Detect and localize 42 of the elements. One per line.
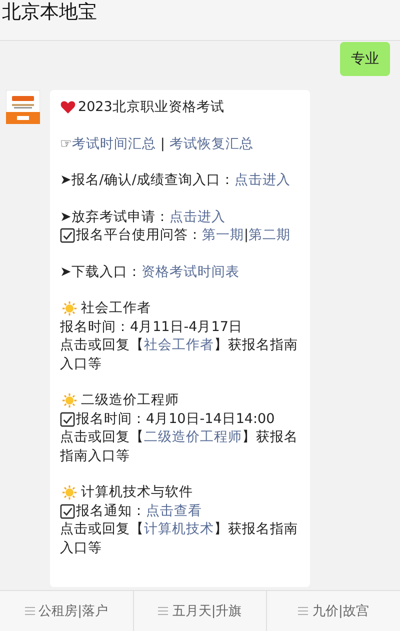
logo-icon [6, 90, 40, 124]
link[interactable]: 点击进入 [169, 208, 226, 224]
heart-icon [60, 99, 76, 116]
user-message-text: 专业 [351, 50, 379, 68]
link[interactable]: 第二期 [248, 227, 291, 243]
link[interactable]: 考试恢复汇总 [169, 136, 254, 152]
message-text: 报名平台使用问答：第一期|第二期 [76, 226, 291, 244]
chat-title: 北京本地宝 [2, 0, 97, 24]
message-text: ➤放弃考试申请：点击进入 [60, 208, 226, 226]
menu-tab[interactable]: 公租房|落户 [0, 591, 133, 631]
message-text: 社会工作者 [80, 299, 151, 318]
menu-icon [298, 606, 308, 616]
message-text: 点击或回复【二级造价工程师】获报名指南入口等 [60, 428, 299, 465]
message-title: 2023北京职业资格考试 [78, 98, 224, 116]
message-text: 计算机技术与软件 [80, 483, 193, 502]
checkbox-icon [60, 228, 75, 243]
link[interactable]: 点击查看 [146, 502, 202, 518]
link[interactable]: 点击进入 [234, 172, 290, 188]
checkbox-icon [60, 412, 75, 426]
message-text: ☞考试时间汇总 | 考试恢复汇总 [60, 134, 254, 153]
message-text: 点击或回复【社会工作者】获报名指南入口等 [60, 336, 299, 373]
menu-icon [24, 606, 35, 616]
message-text: 报名通知：点击查看 [76, 502, 202, 520]
message-text: ➤下载入口：资格考试时间表 [60, 262, 240, 281]
message-text: 报名时间：4月10日-14日14:00 [76, 410, 275, 428]
message-text: ➤报名/确认/成绩查询入口：点击进入 [60, 171, 290, 190]
menu-tab[interactable]: 九价|故宫 [266, 591, 400, 631]
link[interactable]: 考试时间汇总 [72, 136, 156, 152]
link[interactable]: 社会工作者 [144, 337, 214, 353]
menu-icon [158, 606, 168, 616]
sun-icon [62, 301, 77, 316]
message-text: 点击或回复【计算机技术】获报名指南入口等 [60, 520, 299, 557]
message-text: 二级造价工程师 [80, 391, 179, 410]
sun-icon [62, 393, 77, 408]
checkbox-icon [60, 504, 75, 518]
link[interactable]: 第一期 [202, 227, 244, 243]
message-text: 报名时间：4月11日-4月17日 [60, 318, 242, 336]
link[interactable]: 二级造价工程师 [144, 429, 242, 445]
link[interactable]: 计算机技术 [144, 521, 214, 537]
menu-tab[interactable]: 五月天|升旗 [132, 591, 266, 631]
link[interactable]: 资格考试时间表 [141, 264, 240, 280]
sun-icon [62, 485, 77, 500]
